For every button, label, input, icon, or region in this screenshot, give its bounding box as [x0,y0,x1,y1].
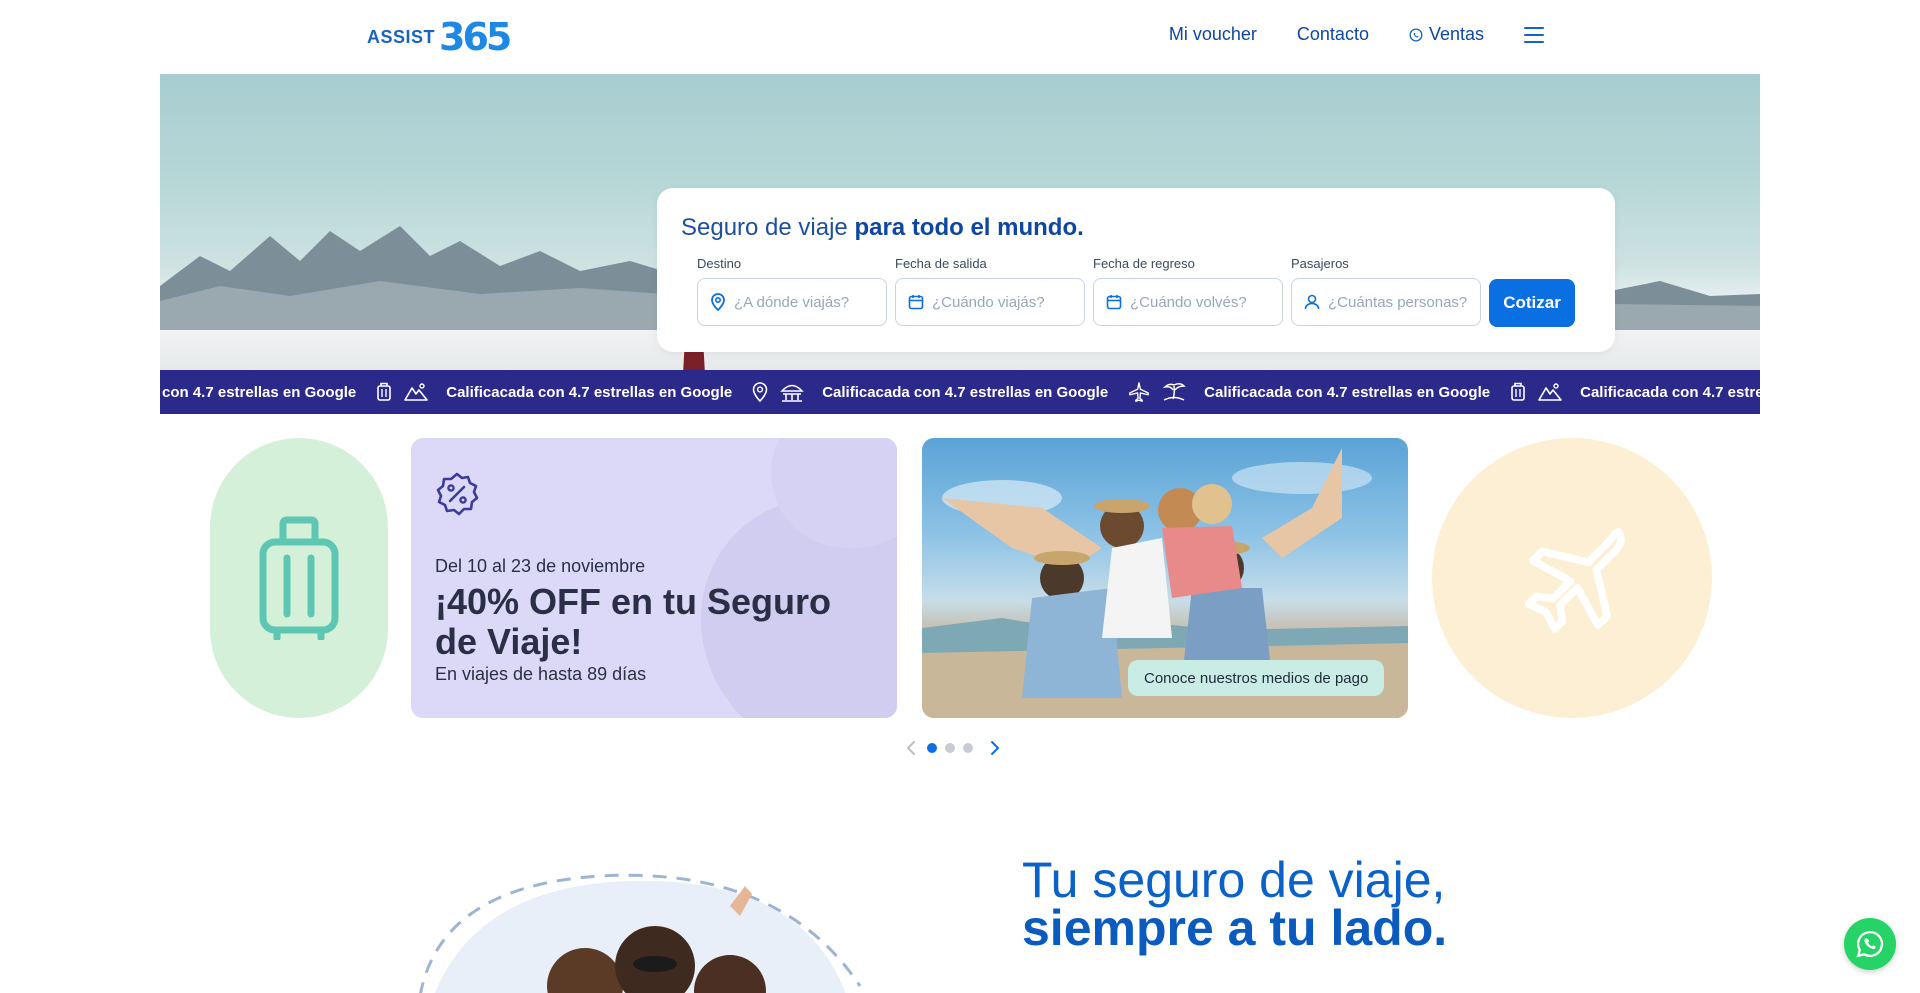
promo-date: Del 10 al 23 de noviembre [435,556,646,576]
ribbon-text: Calificacada con 4.7 estrellas en Google [822,383,1109,401]
suitcase-icon [259,516,339,640]
logo-text: ASSIST [367,26,436,47]
carousel-slide-airplane[interactable] [1432,438,1712,718]
nav-contact-link[interactable]: Contacto [1297,24,1369,45]
discount-badge-icon [436,472,479,516]
ribbon-item: Calificacada con 4.7 estrellas en Google [732,370,1108,414]
chevron-left-icon[interactable] [905,740,919,756]
heading-line-2: siempre a tu lado. [1022,900,1448,956]
location-pin-icon [711,293,725,311]
suitcase-icon [377,382,392,401]
airplane-icon [1129,382,1150,402]
promo-carousel: Del 10 al 23 de noviembre ¡40% OFF en tu… [0,438,1920,718]
search-title: Seguro de viaje para todo el mundo. [681,214,1084,241]
airplane-icon [1524,528,1625,633]
departure-date-label: Fecha de salida [895,256,987,271]
location-pin-icon [752,382,768,402]
destination-placeholder: ¿A dónde viajás? [734,293,850,311]
carousel-pagination [905,740,1001,756]
ribbon-item: con 4.7 estrellas en Google [162,370,356,414]
quote-search-card: Seguro de viaje para todo el mundo. Dest… [657,188,1615,352]
rating-ribbon: con 4.7 estrellas en Google Calificacada… [160,370,1760,414]
return-date-placeholder: ¿Cuándo volvés? [1130,293,1247,311]
carousel-dot[interactable] [963,743,973,753]
mountain-icon [1538,383,1562,401]
return-date-input[interactable]: ¿Cuándo volvés? [1093,278,1283,326]
departure-date-input[interactable]: ¿Cuándo viajás? [895,278,1085,326]
passengers-input[interactable]: ¿Cuántas personas? [1291,278,1481,326]
ribbon-text: Calificacada con 4.7 estrellas en Google [446,383,733,401]
destination-label: Destino [697,256,742,271]
carousel-slide-suitcase[interactable] [210,438,388,718]
whatsapp-icon [1409,28,1423,41]
temple-icon [780,384,805,402]
ribbon-partial-text: con 4.7 estrellas en Google [162,383,357,401]
ribbon-text: Calificacada con 4.7 estrellas en Google [1204,383,1491,401]
promo-subtitle: En viajes de hasta 89 días [435,664,647,684]
carousel-dot[interactable] [945,743,955,753]
passengers-label: Pasajeros [1291,256,1349,271]
promo-title: ¡40% OFF en tu Seguro de Viaje! [435,581,832,662]
site-header: ASSIST 365 Mi voucher Contacto Ventas [0,0,1920,74]
user-icon [1304,294,1320,310]
nav-sales-link[interactable]: Ventas [1409,24,1484,45]
ribbon-item: Calificacada con 4.7 estrellas en Google [356,370,732,414]
departure-date-placeholder: ¿Cuándo viajás? [932,293,1045,311]
destination-input[interactable]: ¿A dónde viajás? [697,278,887,326]
beach-icon [1162,382,1186,401]
logo-number: 365 [439,15,512,59]
ribbon-track: con 4.7 estrellas en Google Calificacada… [162,370,1760,414]
calendar-icon [1106,295,1122,310]
whatsapp-chat-button[interactable] [1844,918,1896,970]
passengers-field: Pasajeros ¿Cuántas personas? [1291,256,1481,326]
section-heading: Tu seguro de viaje, siempre a tu lado. [1022,855,1448,956]
carousel-slide-promo[interactable]: Del 10 al 23 de noviembre ¡40% OFF en tu… [411,438,897,718]
departure-date-field: Fecha de salida ¿Cuándo viajás? [895,256,1085,326]
carousel-dot[interactable] [927,743,937,753]
payment-methods-button[interactable]: Conoce nuestros medios de pago [1128,660,1385,696]
chevron-right-icon[interactable] [987,740,1001,756]
carousel-slide-photo[interactable]: Conoce nuestros medios de pago [922,438,1408,718]
ribbon-item: Calificacada con 4.7 estrellas en Google [1490,370,1760,414]
calendar-icon [908,295,924,310]
ribbon-text: Calificacada con 4.7 estrellas en Google [1580,383,1760,401]
hamburger-menu-icon[interactable] [1524,26,1544,43]
hero-banner: Seguro de viaje para todo el mundo. Dest… [160,74,1760,370]
return-date-field: Fecha de regreso ¿Cuándo volvés? [1093,256,1283,326]
suitcase-icon [1511,382,1525,401]
main-nav: Mi voucher Contacto Ventas [1169,24,1544,45]
destination-field: Destino ¿A dónde viajás? [697,256,887,326]
nav-voucher-link[interactable]: Mi voucher [1169,24,1257,45]
logo[interactable]: ASSIST 365 [367,15,512,59]
whatsapp-icon [1856,930,1884,958]
nav-sales-label: Ventas [1428,24,1484,44]
mountain-icon [404,383,429,401]
quote-button[interactable]: Cotizar [1489,279,1575,327]
friends-selfie-image [419,873,862,993]
ribbon-item: Calificacada con 4.7 estrellas en Google [1108,370,1490,414]
passengers-placeholder: ¿Cuántas personas? [1328,293,1468,311]
return-date-label: Fecha de regreso [1093,256,1195,271]
